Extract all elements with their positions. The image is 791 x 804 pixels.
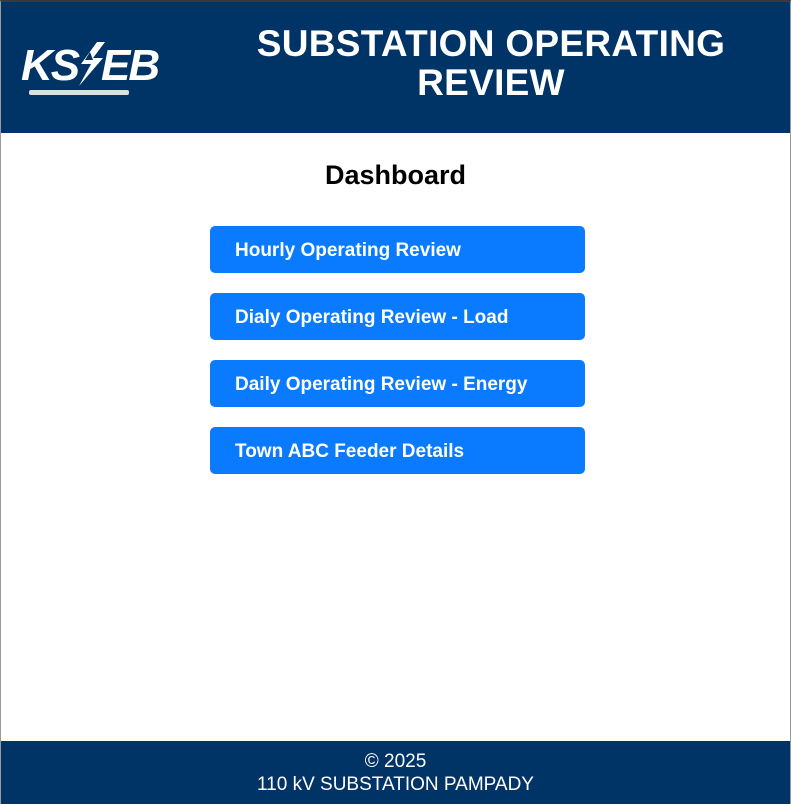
kseb-logo-icon: KS EB (21, 41, 161, 95)
app-title: SUBSTATION OPERATING REVIEW (211, 24, 771, 102)
app-title-line-2: REVIEW (417, 62, 565, 103)
header-bar: KS EB SUBSTATION OPERATING REVIEW (1, 2, 790, 133)
daily-operating-review-energy-button[interactable]: Daily Operating Review - Energy (210, 360, 585, 407)
dashboard-main: Dashboard Hourly Operating Review Dialy … (1, 133, 790, 741)
app-title-line-1: SUBSTATION OPERATING (256, 23, 726, 64)
daily-operating-review-load-button[interactable]: Dialy Operating Review - Load (210, 293, 585, 340)
town-abc-feeder-details-button[interactable]: Town ABC Feeder Details (210, 427, 585, 474)
kseb-logo: KS EB (19, 36, 169, 104)
footer-organization: 110 kV SUBSTATION PAMPADY (257, 774, 534, 795)
hourly-operating-review-button[interactable]: Hourly Operating Review (210, 226, 585, 273)
page-title: Dashboard (324, 160, 467, 190)
footer-copyright: © 2025 (364, 751, 427, 772)
dashboard-menu: Hourly Operating Review Dialy Operating … (210, 226, 585, 494)
svg-text:KS: KS (21, 41, 80, 90)
svg-text:EB: EB (101, 41, 159, 90)
page: KS EB SUBSTATION OPERATING REVIEW Dashbo… (0, 0, 791, 804)
footer-bar: © 2025 110 kV SUBSTATION PAMPADY (1, 741, 790, 804)
